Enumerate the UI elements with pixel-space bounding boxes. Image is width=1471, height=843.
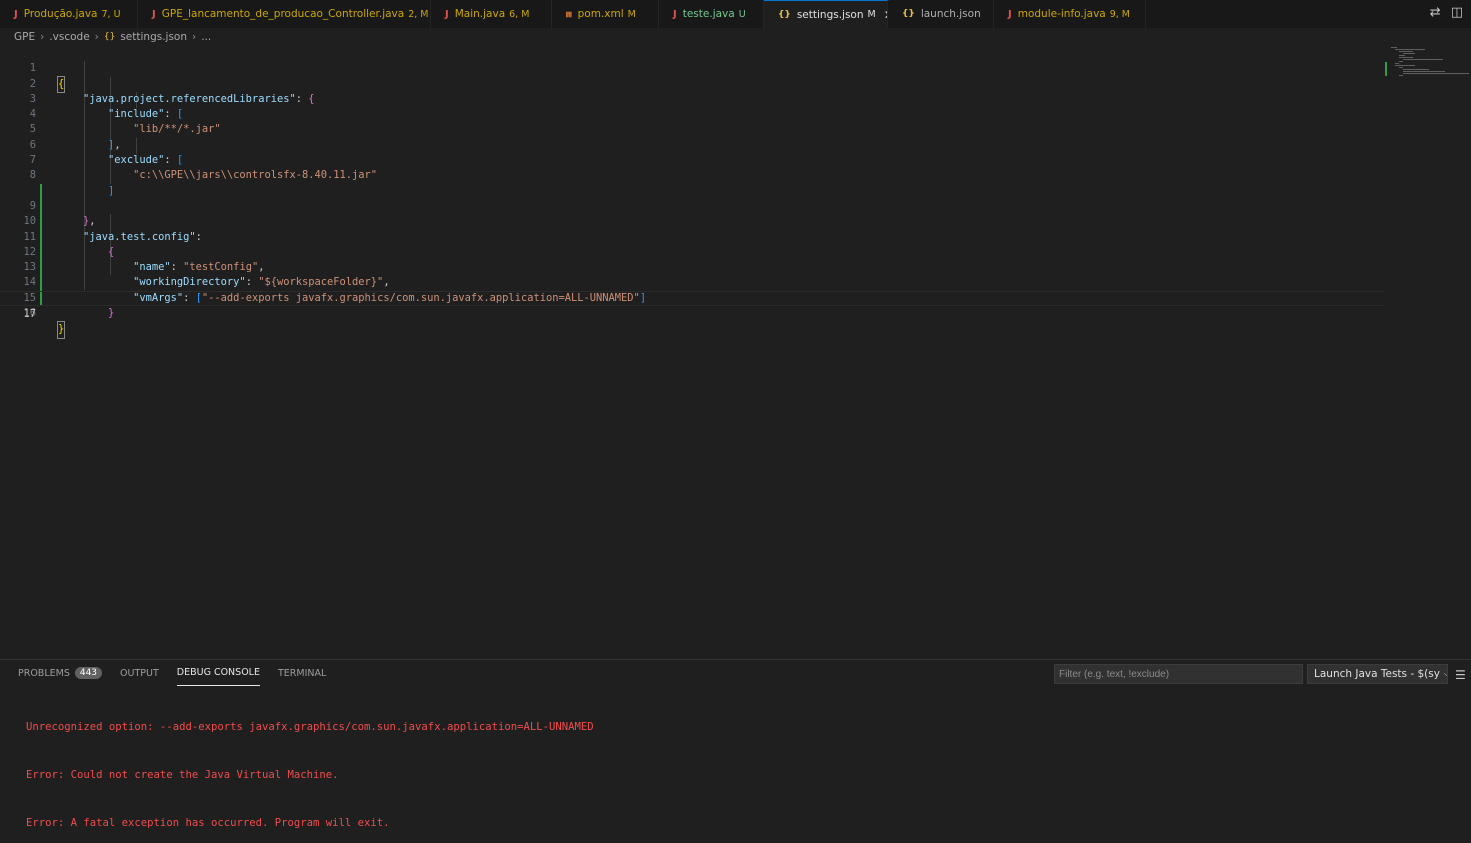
tab-output[interactable]: Output bbox=[120, 660, 159, 686]
tab-label: Output bbox=[120, 667, 159, 679]
breadcrumb-folder[interactable]: .vscode bbox=[49, 31, 89, 43]
tab-debug-console[interactable]: Debug Console bbox=[176, 660, 260, 686]
tab-label: GPE_lancamento_de_producao_Controller.ja… bbox=[161, 8, 405, 20]
chevron-right-icon: › bbox=[192, 31, 197, 43]
breadcrumb-more[interactable]: ... bbox=[201, 31, 211, 43]
code-line: 13 "workingDirectory": "${workspaceFolde… bbox=[0, 230, 1385, 288]
code-line: 12 "name": "testConfig", bbox=[0, 214, 1385, 273]
json-file-icon: {} bbox=[103, 32, 116, 42]
tab-status: M bbox=[867, 9, 876, 20]
json-file-icon: {} bbox=[778, 9, 791, 20]
tab-problems[interactable]: Problems 443 bbox=[18, 660, 103, 686]
code-line: 8 ] bbox=[0, 153, 1385, 196]
code-line: 14 "vmArgs": ["--add-exports javafx.grap… bbox=[0, 245, 1385, 304]
console-line: Error: A fatal exception has occurred. P… bbox=[26, 817, 390, 829]
code-line: 9 }, bbox=[0, 168, 1385, 227]
tab-status: 2, M bbox=[408, 8, 429, 20]
panel-menu-icon[interactable]: ☰ bbox=[1455, 668, 1466, 682]
java-file-icon: J bbox=[445, 8, 449, 20]
code-text: } bbox=[56, 321, 66, 339]
tab-label: launch.json bbox=[920, 8, 981, 20]
line-number: 17 bbox=[23, 308, 36, 321]
code-line: 7 "c:\\GPE\\jars\\controlsfx-8.40.11.jar… bbox=[0, 138, 1385, 181]
console-line: Error: Could not create the Java Virtual… bbox=[26, 769, 339, 781]
code-editor[interactable]: 1 { 2 "java.project.referencedLibraries"… bbox=[0, 46, 1471, 658]
tab-status: U bbox=[738, 8, 746, 20]
code-line: 15 } bbox=[0, 260, 1385, 319]
tab-label: Terminal bbox=[277, 667, 327, 679]
tab-gpe-controller-java[interactable]: J GPE_lancamento_de_producao_Controller.… bbox=[138, 0, 431, 28]
code-line: 2 "java.project.referencedLibraries": { bbox=[0, 61, 1385, 105]
breadcrumb: GPE › .vscode › {} settings.json › ... bbox=[0, 28, 1471, 46]
tab-status: 6, M bbox=[509, 8, 530, 20]
xml-file-icon: ⩎ bbox=[566, 8, 572, 20]
code-text: } bbox=[108, 307, 115, 320]
tab-label: module-info.java bbox=[1017, 8, 1106, 20]
code-line-active: 17 } bbox=[0, 290, 1385, 339]
code-line: 11 { bbox=[0, 199, 1385, 258]
tab-terminal[interactable]: Terminal bbox=[278, 660, 326, 686]
tab-main-java[interactable]: J Main.java 6, M bbox=[431, 0, 552, 28]
editor-tab-bar: J Produção.java 7, U J GPE_lancamento_de… bbox=[0, 0, 1471, 28]
tab-label: Debug Console bbox=[176, 667, 260, 678]
launch-config-select[interactable]: Launch Java Tests - $(sy ⌵ bbox=[1307, 664, 1448, 684]
tab-launch-json[interactable]: {} launch.json bbox=[888, 0, 994, 28]
console-filter-input[interactable] bbox=[1054, 664, 1303, 684]
panel-tabs: Problems 443 Output Debug Console Termin… bbox=[0, 660, 344, 686]
tab-status: 7, U bbox=[101, 8, 121, 20]
code-line: 10 "java.test.config": bbox=[0, 184, 1385, 243]
code-line: 6 "exclude": [ bbox=[0, 123, 1385, 166]
tab-label: teste.java bbox=[682, 8, 735, 20]
java-file-icon: J bbox=[673, 8, 677, 20]
breadcrumb-root[interactable]: GPE bbox=[14, 31, 35, 43]
minimap[interactable] bbox=[1385, 46, 1471, 86]
tab-teste-java[interactable]: J teste.java U bbox=[659, 0, 764, 28]
split-editor-icon[interactable]: ◫ bbox=[1451, 5, 1463, 20]
tab-status: 9, M bbox=[1109, 8, 1130, 20]
code-line: 4 "lib/**/*.jar" bbox=[0, 92, 1385, 135]
code-line: 16 bbox=[0, 276, 1385, 319]
compare-changes-icon[interactable]: ⇄ bbox=[1430, 5, 1441, 20]
tab-module-info-java[interactable]: J module-info.java 9, M bbox=[994, 0, 1146, 28]
minimap-change-marker bbox=[1385, 62, 1387, 76]
chevron-right-icon: › bbox=[94, 31, 99, 43]
code-line: 3 "include": [ bbox=[0, 77, 1385, 120]
editor-actions: ⇄ ◫ bbox=[1430, 5, 1463, 20]
json-file-icon: {} bbox=[902, 9, 915, 19]
tab-label: Problems bbox=[18, 667, 70, 679]
java-file-icon: J bbox=[14, 8, 18, 20]
tab-label: settings.json bbox=[796, 8, 864, 21]
tab-pom-xml[interactable]: ⩎ pom.xml M bbox=[552, 0, 659, 28]
breadcrumb-file[interactable]: settings.json bbox=[120, 31, 187, 43]
console-line: Unrecognized option: --add-exports javaf… bbox=[26, 721, 594, 733]
tab-status: M bbox=[627, 8, 636, 20]
java-file-icon: J bbox=[1008, 8, 1012, 20]
debug-console-output: Unrecognized option: --add-exports javaf… bbox=[26, 687, 594, 843]
launch-config-label: Launch Java Tests - $(sy bbox=[1314, 668, 1440, 680]
chevron-down-icon: ⌵ bbox=[1444, 669, 1447, 680]
tab-producao-java[interactable]: J Produção.java 7, U bbox=[0, 0, 138, 28]
tab-label: Main.java bbox=[454, 8, 506, 20]
tab-settings-json[interactable]: {} settings.json M ✕ bbox=[764, 0, 888, 28]
chevron-right-icon: › bbox=[40, 31, 45, 43]
tab-label: Produção.java bbox=[23, 8, 98, 20]
code-line: 1 { bbox=[0, 46, 1385, 93]
bottom-panel: Problems 443 Output Debug Console Termin… bbox=[0, 659, 1471, 843]
code-line: 5 ], bbox=[0, 107, 1385, 150]
problems-count-badge: 443 bbox=[74, 667, 103, 679]
tab-label: pom.xml bbox=[577, 8, 624, 20]
java-file-icon: J bbox=[152, 8, 156, 20]
